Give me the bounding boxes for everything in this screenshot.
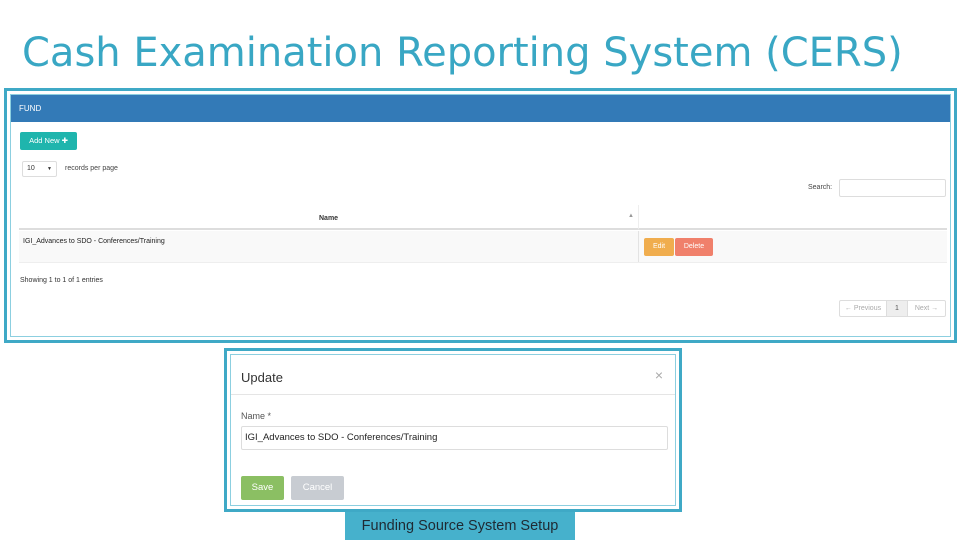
modal-title: Update	[241, 370, 283, 385]
close-icon[interactable]: ×	[655, 367, 663, 383]
next-page-button[interactable]: Next →	[908, 301, 945, 316]
save-button[interactable]: Save	[241, 476, 284, 500]
fund-panel-header: FUND	[11, 95, 950, 122]
caret-down-icon: ▼	[47, 166, 52, 172]
records-per-page-select[interactable]: 10 ▼	[22, 161, 57, 177]
add-new-button[interactable]: Add New ✚	[20, 132, 77, 150]
cell-divider	[638, 231, 639, 262]
showing-entries-text: Showing 1 to 1 of 1 entries	[20, 277, 103, 284]
row-name-cell: IGI_Advances to SDO - Conferences/Traini…	[23, 238, 165, 245]
update-modal: Update × Name * IGI_Advances to SDO - Co…	[230, 354, 676, 506]
search-label: Search:	[808, 184, 833, 191]
records-per-page-value: 10	[27, 165, 35, 172]
slide-caption: Funding Source System Setup	[345, 512, 575, 540]
pagination: ← Previous 1 Next →	[839, 300, 946, 317]
fund-screenshot-frame: FUND Add New ✚ 10 ▼ records per page Sear…	[4, 88, 957, 343]
modal-header: Update ×	[231, 355, 675, 395]
add-new-label: Add New	[29, 136, 60, 145]
column-header-name[interactable]: Name ▲	[19, 205, 638, 230]
fund-panel: FUND Add New ✚ 10 ▼ records per page Sear…	[10, 94, 951, 337]
cancel-button[interactable]: Cancel	[291, 476, 344, 500]
column-header-label: Name	[319, 215, 339, 222]
name-field[interactable]: IGI_Advances to SDO - Conferences/Traini…	[241, 426, 668, 450]
update-screenshot-frame: Update × Name * IGI_Advances to SDO - Co…	[224, 348, 682, 512]
table-row: IGI_Advances to SDO - Conferences/Traini…	[19, 231, 947, 263]
sort-ascending-icon: ▲	[628, 213, 634, 219]
delete-button[interactable]: Delete	[675, 238, 713, 256]
column-header-actions	[638, 205, 947, 230]
records-per-page-label: records per page	[65, 165, 118, 172]
slide-title: Cash Examination Reporting System (CERS)	[22, 30, 903, 76]
edit-button[interactable]: Edit	[644, 238, 674, 256]
name-field-label: Name *	[241, 411, 272, 421]
previous-page-button[interactable]: ← Previous	[840, 301, 887, 316]
page-1-button[interactable]: 1	[887, 301, 908, 316]
search-input[interactable]	[839, 179, 946, 197]
plus-icon: ✚	[61, 136, 68, 145]
